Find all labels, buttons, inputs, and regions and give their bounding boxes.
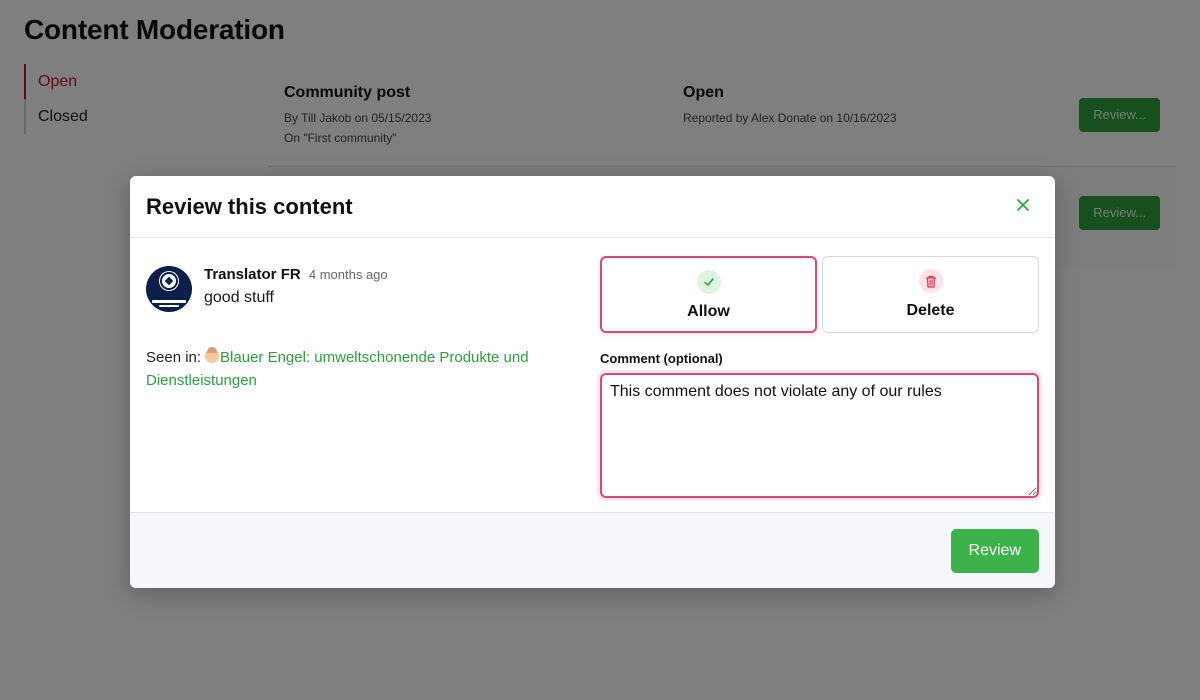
comment-meta: Translator FR 4 months ago good stuff (204, 266, 388, 307)
comment-author[interactable]: Translator FR (204, 266, 301, 283)
comment-textarea[interactable]: This comment does not violate any of our… (600, 373, 1039, 498)
comment-field-label: Comment (optional) (600, 351, 723, 366)
football-icon (160, 272, 178, 290)
trash-icon-glyph (925, 275, 936, 288)
comment-text: good stuff (204, 289, 274, 306)
modal-footer: Review (130, 512, 1055, 588)
close-icon (1017, 199, 1029, 211)
allow-option[interactable]: Allow (600, 256, 817, 333)
seen-in: Seen in: Blauer Engel: umweltschonende Pr… (146, 346, 576, 392)
check-icon (696, 270, 721, 294)
review-modal: Review this content Translator FR 4 mont… (130, 176, 1055, 588)
submit-review-button[interactable]: Review (950, 529, 1039, 573)
avatar-decoration (152, 300, 186, 303)
seen-in-link[interactable]: Blauer Engel: umweltschonende Produkte u… (146, 349, 529, 389)
moderation-form: Allow Delete Comment (optional) This com… (600, 256, 1039, 503)
author-line: Translator FR 4 months ago (204, 266, 388, 283)
decision-choices: Allow Delete (600, 256, 1039, 333)
delete-option[interactable]: Delete (822, 256, 1039, 333)
modal-body: Translator FR 4 months ago good stuff Se… (130, 238, 1055, 512)
avatar (146, 266, 192, 312)
allow-label: Allow (687, 303, 730, 320)
trash-icon (918, 269, 943, 293)
modal-title: Review this content (146, 194, 353, 219)
check-icon-glyph (703, 278, 714, 286)
modal-header: Review this content (130, 176, 1055, 238)
comment-header: Translator FR 4 months ago good stuff (146, 266, 576, 312)
reported-comment: Translator FR 4 months ago good stuff Se… (146, 266, 576, 392)
baby-emoji-icon (205, 347, 220, 363)
comment-time: 4 months ago (308, 267, 388, 282)
seen-in-label: Seen in: (146, 349, 202, 366)
delete-label: Delete (906, 302, 955, 319)
close-button[interactable] (1011, 194, 1035, 218)
avatar-decoration (159, 305, 179, 307)
